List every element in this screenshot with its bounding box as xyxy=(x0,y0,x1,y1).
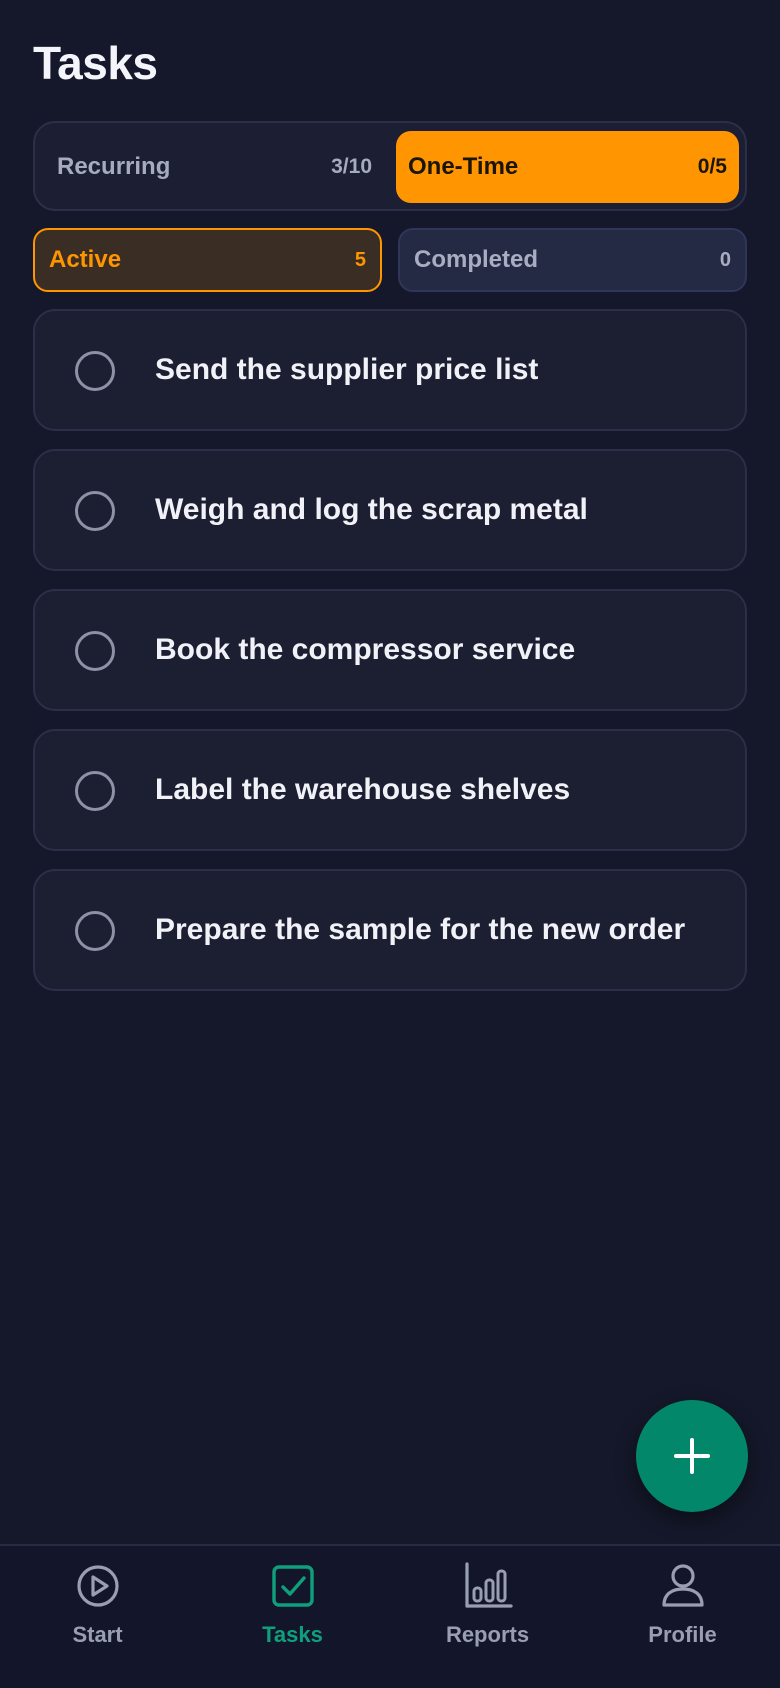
task-title: Weigh and log the scrap metal xyxy=(155,493,588,526)
tab-recurring[interactable]: Recurring 3/10 xyxy=(37,131,392,203)
task-checkbox[interactable] xyxy=(75,771,115,811)
tab-one-time[interactable]: One-Time 0/5 xyxy=(396,131,739,203)
filter-completed-label: Completed xyxy=(414,246,539,273)
nav-label: Profile xyxy=(648,1622,717,1647)
filter-completed-count: 0 xyxy=(719,248,731,271)
tab-recurring-count: 3/10 xyxy=(331,155,372,178)
task-item[interactable]: Label the warehouse shelves xyxy=(33,729,747,851)
page-title: Tasks xyxy=(33,37,158,89)
tab-one-time-label: One-Time xyxy=(408,153,519,180)
task-title: Prepare the sample for the new order xyxy=(155,913,686,946)
nav-item-start[interactable]: Start xyxy=(0,1560,195,1670)
task-item[interactable]: Book the compressor service xyxy=(33,589,747,711)
task-checkbox[interactable] xyxy=(75,491,115,531)
add-task-button[interactable] xyxy=(636,1400,748,1512)
task-checkbox[interactable] xyxy=(75,351,115,391)
nav-item-tasks[interactable]: Tasks xyxy=(195,1560,390,1670)
task-title: Send the supplier price list xyxy=(155,353,539,386)
filter-active-label: Active xyxy=(49,246,122,273)
task-checkbox[interactable] xyxy=(75,911,115,951)
bar-chart-icon xyxy=(464,1562,513,1608)
task-checkbox[interactable] xyxy=(75,631,115,671)
task-type-segmented-control: Recurring 3/10 One-Time 0/5 xyxy=(33,121,747,211)
task-title: Label the warehouse shelves xyxy=(155,773,571,806)
user-icon xyxy=(661,1564,704,1607)
filter-active-count: 5 xyxy=(354,248,366,271)
task-item[interactable]: Send the supplier price list xyxy=(33,309,747,431)
bottom-navigation: Start Tasks Reports Profile xyxy=(0,1544,780,1688)
nav-item-profile[interactable]: Profile xyxy=(585,1560,780,1670)
plus-icon xyxy=(674,1438,710,1474)
nav-item-reports[interactable]: Reports xyxy=(390,1560,585,1670)
check-square-icon xyxy=(271,1565,314,1607)
task-item[interactable]: Prepare the sample for the new order xyxy=(33,869,747,991)
task-item[interactable]: Weigh and log the scrap metal xyxy=(33,449,747,571)
nav-label: Tasks xyxy=(262,1622,323,1647)
nav-label: Reports xyxy=(445,1622,530,1647)
task-title: Book the compressor service xyxy=(155,633,576,666)
tab-recurring-label: Recurring xyxy=(57,153,171,180)
task-list: Send the supplier price list Weigh and l… xyxy=(33,309,747,1009)
filter-active-chip[interactable]: Active 5 xyxy=(33,228,382,292)
play-circle-icon xyxy=(76,1565,119,1607)
filter-completed-chip[interactable]: Completed 0 xyxy=(398,228,747,292)
tasks-screen: Tasks Recurring 3/10 One-Time 0/5 Active… xyxy=(0,0,780,1688)
tab-one-time-count: 0/5 xyxy=(697,155,727,178)
nav-label: Start xyxy=(72,1622,123,1647)
